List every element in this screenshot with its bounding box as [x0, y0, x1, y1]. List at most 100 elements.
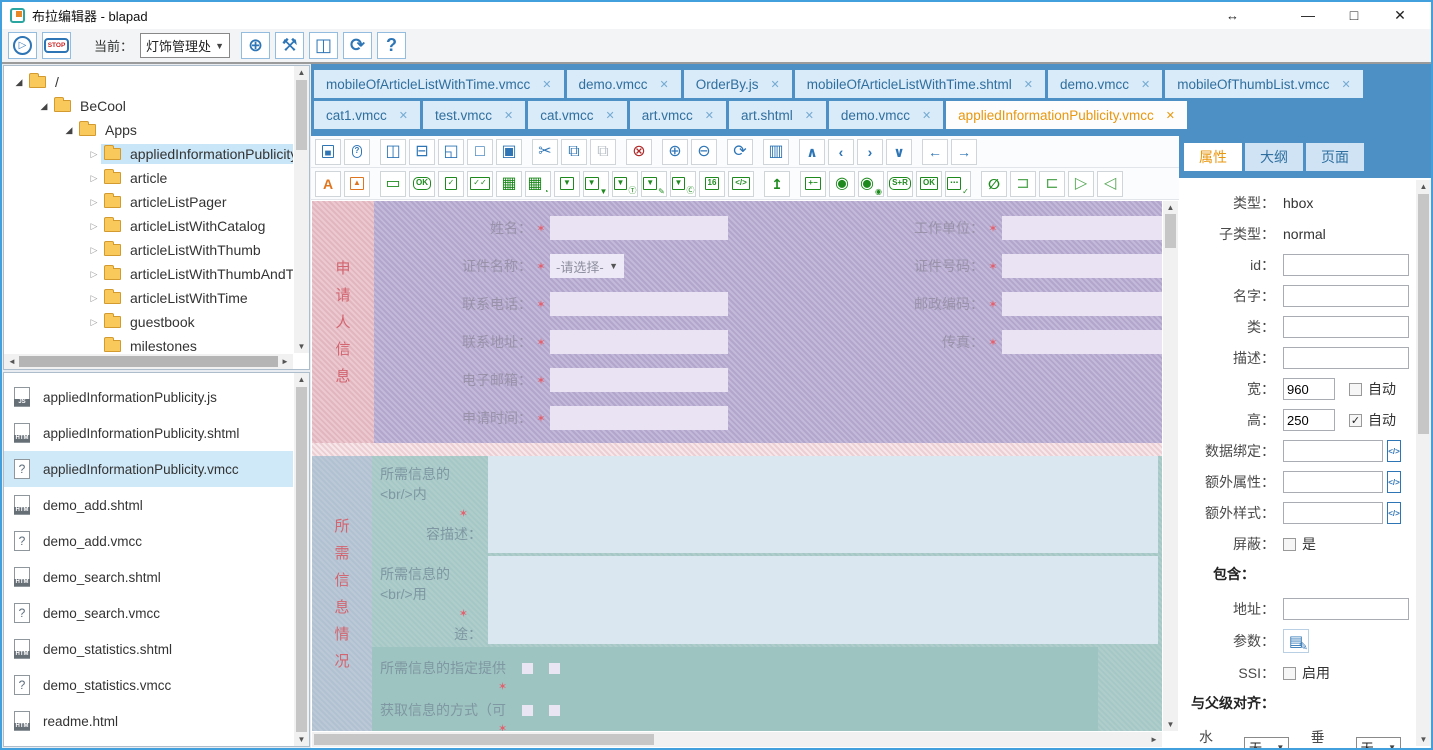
- field-input[interactable]: [1002, 292, 1162, 316]
- tree-item[interactable]: ◢/: [4, 70, 293, 94]
- tree-horizontal-scrollbar[interactable]: ◄ ►: [4, 354, 293, 369]
- split-horizontal-button[interactable]: ⊟: [409, 139, 435, 165]
- canvas-horizontal-scrollbar[interactable]: ►: [312, 732, 1162, 747]
- document-tab[interactable]: demo.vmcc✕: [829, 101, 943, 129]
- expand-icon[interactable]: ▷: [87, 245, 101, 256]
- form-section-required[interactable]: 所需信息情况 所需信息的<br/>内✶容描述：所需信息的<br/>用✶途：所需信…: [312, 456, 1162, 731]
- expand-icon[interactable]: ▷: [87, 269, 101, 280]
- calendar-button[interactable]: ▦: [496, 171, 522, 197]
- tab-close-icon[interactable]: ✕: [660, 78, 669, 91]
- upload-button[interactable]: ↥: [764, 171, 790, 197]
- document-tab[interactable]: OrderBy.js✕: [684, 70, 792, 98]
- bracket-left-button[interactable]: ⊏: [1039, 171, 1065, 197]
- extra-attr-code-button[interactable]: </>: [1387, 471, 1401, 493]
- expand-icon[interactable]: ▷: [87, 197, 101, 208]
- field-textarea[interactable]: [488, 556, 1158, 644]
- field-input[interactable]: [1002, 216, 1162, 240]
- section1-title-cell[interactable]: 申请人信息: [312, 201, 374, 443]
- document-tab[interactable]: cat1.vmcc✕: [314, 101, 420, 129]
- properties-vertical-scrollbar[interactable]: ▲ ▼: [1416, 180, 1431, 746]
- file-list-item[interactable]: ?demo_add.vmcc: [4, 523, 293, 559]
- tree-item-body[interactable]: milestones: [101, 336, 203, 353]
- tree-item[interactable]: ▷articleListWithThumbAndTir: [4, 262, 293, 286]
- extra-style-code-button[interactable]: </>: [1387, 502, 1401, 524]
- calendar-time-button[interactable]: ▦◔: [525, 171, 551, 197]
- tab-大纲[interactable]: 大纲: [1245, 143, 1303, 171]
- dropdown-group-button[interactable]: ▼▼: [583, 171, 609, 197]
- tab-close-icon[interactable]: ✕: [1024, 78, 1033, 91]
- wrench-button[interactable]: ⚒: [275, 32, 304, 59]
- tree-item-body[interactable]: article: [101, 168, 173, 188]
- scroll-down-arrow-icon[interactable]: ▼: [1163, 720, 1178, 729]
- class-field[interactable]: [1283, 316, 1409, 338]
- dropdown-text-button[interactable]: ▼Ⓣ: [612, 171, 638, 197]
- id-field[interactable]: [1283, 254, 1409, 276]
- field-input[interactable]: [550, 292, 728, 316]
- tree-item[interactable]: ▷articleListWithThumb: [4, 238, 293, 262]
- tab-close-icon[interactable]: ✕: [1141, 78, 1150, 91]
- canvas-vertical-scrollbar[interactable]: ▲ ▼: [1163, 201, 1178, 731]
- files-vertical-scrollbar[interactable]: ▲ ▼: [294, 373, 309, 746]
- scroll-right-arrow-icon[interactable]: ►: [1147, 732, 1161, 747]
- tree-item[interactable]: ▷appliedInformationPublicity: [4, 142, 293, 166]
- tree-item-body[interactable]: Apps: [76, 120, 143, 140]
- file-list-item[interactable]: HTMreadme.html: [4, 703, 293, 739]
- desc-field[interactable]: [1283, 347, 1409, 369]
- document-tab[interactable]: art.shtml✕: [729, 101, 826, 129]
- plus-minus-button[interactable]: +−: [800, 171, 826, 197]
- radio-group-button[interactable]: ◉◉: [858, 171, 884, 197]
- hide-button[interactable]: ∅: [981, 171, 1007, 197]
- arrow-right-button[interactable]: →: [951, 139, 977, 165]
- section1-fields[interactable]: 姓名：✶工作单位：✶证件名称：✶-请选择-▼证件号码：✶联系电话：✶邮政编码：✶…: [374, 201, 1162, 443]
- document-tab[interactable]: mobileOfArticleListWithTime.shtml✕: [795, 70, 1045, 98]
- tab-close-icon[interactable]: ✕: [399, 109, 408, 122]
- stop-button[interactable]: STOP: [42, 32, 71, 59]
- address-field[interactable]: [1283, 598, 1409, 620]
- tree-item-body[interactable]: articleListWithThumb: [101, 240, 267, 260]
- zoom-in-button[interactable]: ⊕: [662, 139, 688, 165]
- help-button[interactable]: ?: [344, 139, 370, 165]
- field-textarea[interactable]: [488, 456, 1158, 553]
- field-input[interactable]: [1002, 254, 1162, 278]
- dropdown-button[interactable]: ▼: [554, 171, 580, 197]
- width-auto-checkbox[interactable]: [1349, 383, 1362, 396]
- chevron-down-button[interactable]: ∨: [886, 139, 912, 165]
- tree-vscroll-thumb[interactable]: [296, 80, 307, 150]
- corner-panel-button[interactable]: ◱: [438, 139, 464, 165]
- tab-页面[interactable]: 页面: [1306, 143, 1364, 171]
- scroll-down-arrow-icon[interactable]: ▼: [294, 342, 309, 351]
- checkbox[interactable]: [522, 705, 533, 716]
- help-button[interactable]: ?: [377, 32, 406, 59]
- canvas-vscroll-thumb[interactable]: [1165, 214, 1176, 248]
- arrow-right-dotted-button[interactable]: ▷: [1068, 171, 1094, 197]
- arrow-left-dotted-button[interactable]: ◁: [1097, 171, 1123, 197]
- field-input[interactable]: [550, 368, 728, 392]
- design-canvas[interactable]: 申请人信息 姓名：✶工作单位：✶证件名称：✶-请选择-▼证件号码：✶联系电话：✶…: [312, 201, 1162, 731]
- checkbox-button[interactable]: ✓: [438, 171, 464, 197]
- collapse-icon[interactable]: ◢: [12, 77, 26, 88]
- tree-vertical-scrollbar[interactable]: ▲ ▼: [294, 66, 309, 353]
- tree-item-body[interactable]: BeCool: [51, 96, 132, 116]
- field-select[interactable]: -请选择-▼: [550, 254, 624, 278]
- tree-item[interactable]: ▷article: [4, 166, 293, 190]
- tree-item[interactable]: ▷articleListWithTime: [4, 286, 293, 310]
- globe-button[interactable]: ⊕: [241, 32, 270, 59]
- run-button[interactable]: ▷: [8, 32, 37, 59]
- databind-code-button[interactable]: </>: [1387, 440, 1401, 462]
- input-box-button[interactable]: ▭: [380, 171, 406, 197]
- tree-hscroll-thumb[interactable]: [19, 356, 278, 367]
- expand-icon[interactable]: ▷: [87, 173, 101, 184]
- site-select[interactable]: 灯饰管理处 ▼: [140, 33, 230, 58]
- extra-attr-field[interactable]: [1283, 471, 1383, 493]
- width-field[interactable]: [1283, 378, 1335, 400]
- params-edit-button[interactable]: ▤ ✎: [1283, 629, 1309, 653]
- tree-item[interactable]: ◢BeCool: [4, 94, 293, 118]
- mask-checkbox[interactable]: [1283, 538, 1296, 551]
- horizontal-select[interactable]: 无 ▼: [1244, 737, 1289, 748]
- scroll-down-arrow-icon[interactable]: ▼: [294, 735, 309, 744]
- files-vscroll-thumb[interactable]: [296, 387, 307, 732]
- height-auto-checkbox[interactable]: [1349, 414, 1362, 427]
- tab-属性[interactable]: 属性: [1184, 143, 1242, 171]
- props-vscroll-thumb[interactable]: [1418, 194, 1429, 434]
- checkbox[interactable]: [549, 705, 560, 716]
